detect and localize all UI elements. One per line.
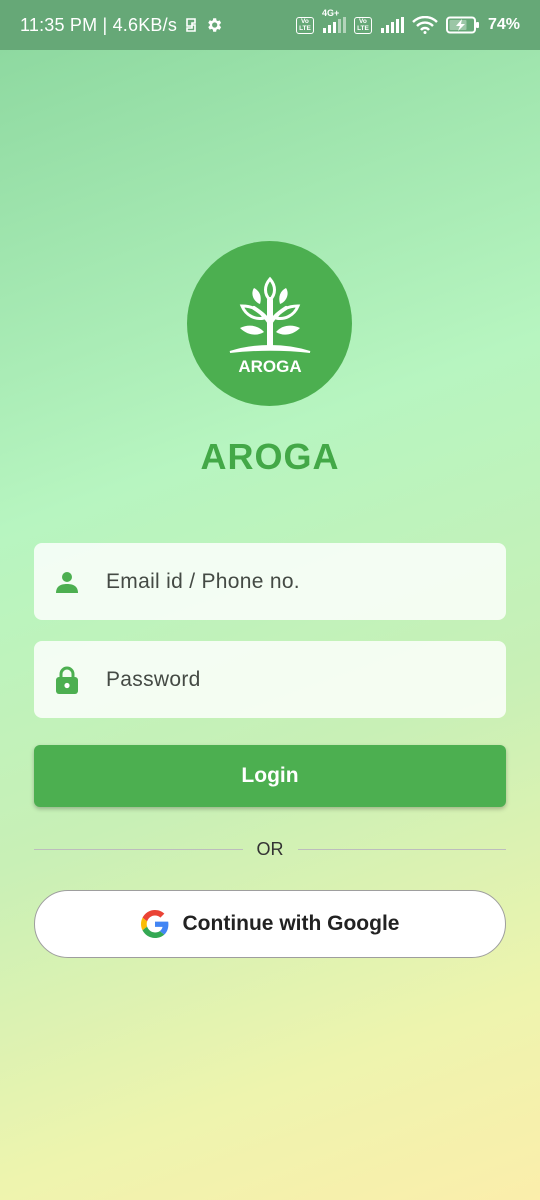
volte-icon-2: Vo LTE: [353, 16, 372, 34]
lock-icon: [54, 666, 80, 694]
or-divider: OR: [34, 836, 506, 862]
google-icon: [140, 910, 169, 938]
volte-top: Vo: [301, 18, 309, 25]
app-logo: AROGA: [187, 241, 352, 406]
email-placeholder: Email id / Phone no.: [106, 569, 300, 593]
divider-line-right: [297, 848, 506, 850]
google-button-label: Continue with Google: [182, 912, 400, 935]
volte-top-2: Vo: [359, 18, 367, 25]
password-placeholder: Password: [106, 667, 201, 691]
status-bar-left: 11:35 PM | 4.6KB/s: [20, 15, 223, 36]
status-bar-right: Vo LTE 4G+ Vo LTE 74%: [295, 8, 520, 34]
email-field[interactable]: Email id / Phone no.: [34, 543, 506, 620]
app-title: AROGA: [200, 436, 340, 477]
login-screen: 11:35 PM | 4.6KB/s Vo LTE 4G+ Vo LTE 74%…: [0, 0, 540, 1200]
password-field[interactable]: Password: [34, 641, 506, 718]
battery-percent: 74%: [487, 16, 520, 33]
logo-text: AROGA: [238, 357, 301, 376]
tree-logo-icon: AROGA: [229, 276, 310, 376]
signal-sim2-icon: [380, 17, 404, 33]
battery-icon: [445, 16, 480, 34]
login-button[interactable]: Login: [34, 745, 506, 807]
time-and-speed: 11:35 PM | 4.6KB/s: [20, 14, 178, 35]
vpn-key-icon: [185, 17, 197, 33]
or-text: OR: [256, 838, 284, 859]
person-icon: [54, 569, 80, 595]
volte-bottom: LTE: [299, 25, 311, 32]
volte-bottom-2: LTE: [357, 25, 369, 32]
volte-icon: Vo LTE: [295, 16, 314, 34]
network-type: 4G+: [321, 8, 340, 18]
wifi-icon: [412, 16, 438, 34]
signal-sim1-icon: 4G+: [322, 8, 346, 33]
status-bar: 11:35 PM | 4.6KB/s Vo LTE 4G+ Vo LTE 74%: [0, 0, 540, 50]
divider-line-left: [34, 848, 243, 850]
settings-icon: [205, 16, 223, 34]
google-signin-button[interactable]: Continue with Google: [34, 890, 506, 958]
